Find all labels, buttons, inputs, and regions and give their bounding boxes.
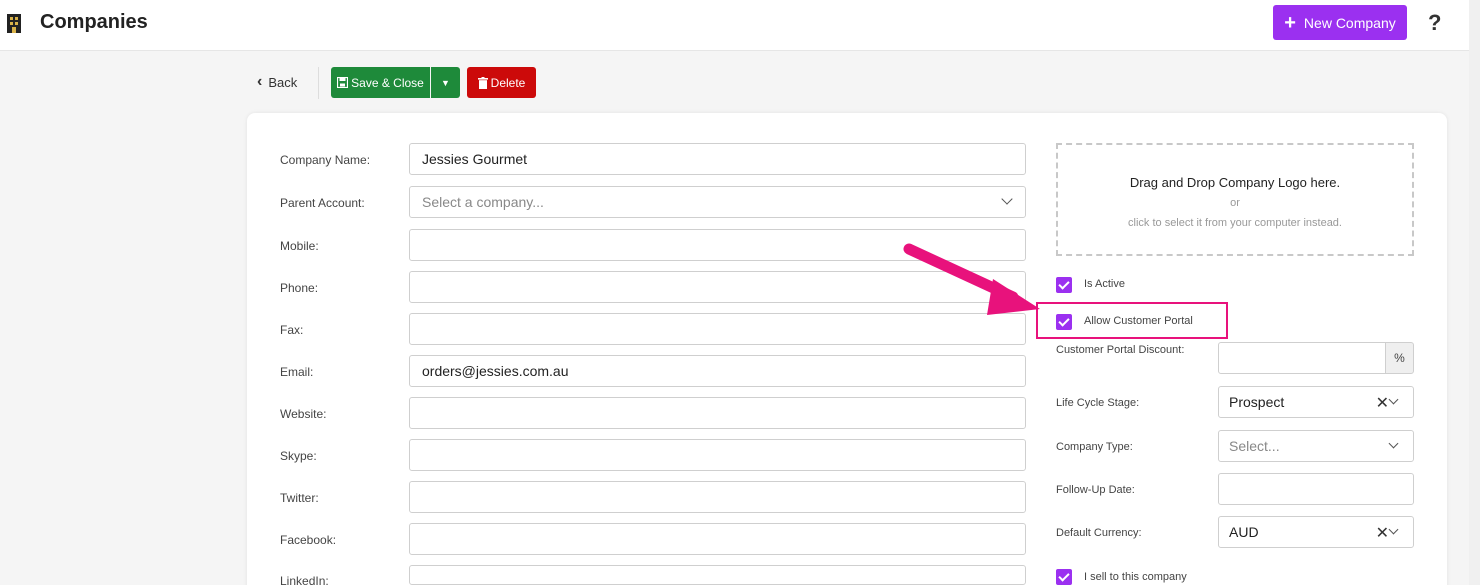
toolbar-divider	[318, 67, 319, 99]
linkedin-input[interactable]	[409, 565, 1026, 585]
twitter-input[interactable]	[409, 481, 1026, 513]
default-currency-select[interactable]: AUD ✕	[1218, 516, 1414, 548]
default-currency-label: Default Currency:	[1056, 527, 1142, 539]
delete-button[interactable]: Delete	[467, 67, 536, 98]
parent-account-label: Parent Account:	[280, 196, 365, 210]
save-close-label: Save & Close	[351, 75, 424, 90]
i-sell-checkbox[interactable]	[1056, 569, 1072, 585]
chevron-down-icon	[1388, 438, 1399, 449]
chevron-left-icon: ‹	[257, 73, 263, 90]
mobile-label: Mobile:	[280, 239, 319, 253]
chevron-down-icon	[1388, 394, 1399, 405]
company-name-value: Jessies Gourmet	[422, 151, 528, 167]
top-bar: Companies + New Company ?	[0, 0, 1480, 51]
floppy-icon	[337, 77, 349, 88]
save-close-button[interactable]: Save & Close	[331, 67, 430, 98]
new-company-label: New Company	[1303, 14, 1396, 31]
is-active-checkbox[interactable]	[1056, 277, 1072, 293]
dropzone-subtitle: click to select it from your computer in…	[1128, 217, 1342, 229]
percent-addon: %	[1385, 342, 1414, 374]
company-name-label: Company Name:	[280, 153, 371, 167]
company-type-select[interactable]: Select...	[1218, 430, 1414, 462]
twitter-label: Twitter:	[280, 491, 319, 505]
page-title: Companies	[40, 11, 148, 33]
website-label: Website:	[280, 407, 327, 421]
dropzone-or: or	[1230, 197, 1240, 209]
follow-up-date-input[interactable]	[1218, 473, 1414, 505]
plus-icon: +	[1284, 11, 1296, 34]
chevron-down-icon	[1001, 193, 1013, 205]
annotation-arrow-icon	[903, 243, 1040, 315]
company-type-placeholder: Select...	[1229, 438, 1280, 454]
email-value: orders@jessies.com.au	[422, 363, 569, 379]
customer-portal-discount-label: Customer Portal Discount:	[1056, 344, 1185, 356]
scrollbar[interactable]	[1469, 0, 1480, 585]
skype-label: Skype:	[280, 449, 317, 463]
help-icon[interactable]: ?	[1428, 10, 1441, 36]
life-cycle-stage-value: Prospect	[1229, 394, 1285, 410]
building-icon	[7, 14, 21, 33]
parent-account-select[interactable]: Select a company...	[409, 186, 1026, 218]
is-active-label: Is Active	[1084, 278, 1125, 290]
fax-label: Fax:	[280, 323, 304, 337]
back-button[interactable]: ‹ Back	[257, 74, 297, 90]
dropzone-title: Drag and Drop Company Logo here.	[1129, 175, 1341, 190]
default-currency-value: AUD	[1229, 524, 1259, 540]
facebook-label: Facebook:	[280, 533, 337, 547]
customer-portal-discount-input[interactable]	[1218, 342, 1386, 374]
caret-down-icon: ▼	[441, 77, 450, 88]
linkedin-label: LinkedIn:	[280, 574, 329, 585]
follow-up-date-label: Follow-Up Date:	[1056, 484, 1135, 496]
chevron-down-icon	[1388, 524, 1399, 535]
email-input[interactable]: orders@jessies.com.au	[409, 355, 1026, 387]
logo-dropzone[interactable]: Drag and Drop Company Logo here. or clic…	[1056, 143, 1414, 256]
new-company-button[interactable]: + New Company	[1273, 5, 1407, 40]
clear-icon[interactable]: ✕	[1376, 393, 1389, 413]
skype-input[interactable]	[409, 439, 1026, 471]
facebook-input[interactable]	[409, 523, 1026, 555]
delete-label: Delete	[490, 75, 526, 90]
life-cycle-stage-label: Life Cycle Stage:	[1056, 397, 1140, 409]
life-cycle-stage-select[interactable]: Prospect ✕	[1218, 386, 1414, 418]
back-label: Back	[268, 74, 298, 90]
save-options-dropdown[interactable]: ▼	[431, 67, 460, 98]
i-sell-label: I sell to this company	[1084, 571, 1187, 583]
trash-icon	[477, 76, 488, 89]
phone-label: Phone:	[280, 281, 319, 295]
website-input[interactable]	[409, 397, 1026, 429]
company-type-label: Company Type:	[1056, 441, 1133, 453]
annotation-highlight	[1036, 302, 1228, 339]
email-label: Email:	[280, 365, 314, 379]
parent-account-placeholder: Select a company...	[422, 194, 544, 210]
company-name-input[interactable]: Jessies Gourmet	[409, 143, 1026, 175]
clear-icon[interactable]: ✕	[1376, 523, 1389, 543]
